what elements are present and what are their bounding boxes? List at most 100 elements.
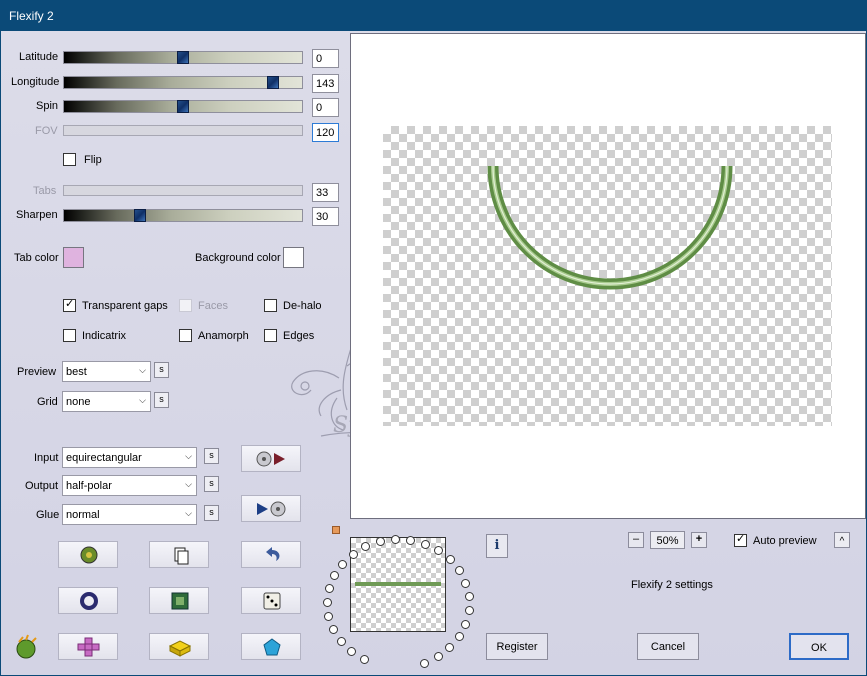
background-color-swatch[interactable] [283, 247, 304, 268]
frame-button[interactable] [149, 587, 209, 614]
navigator-dot[interactable] [338, 560, 347, 569]
tab-color-swatch[interactable] [63, 247, 84, 268]
preview-quality-s-button[interactable]: s [154, 362, 169, 378]
latitude-slider-thumb[interactable] [177, 51, 189, 64]
transparent-canvas [383, 126, 832, 426]
zoom-level-field[interactable]: 50% [650, 531, 685, 549]
copy-button[interactable] [149, 541, 209, 568]
navigator-dot[interactable] [465, 606, 474, 615]
output-projection-dropdown[interactable]: half-polar ⌵ [62, 475, 197, 496]
cancel-button-label: Cancel [650, 641, 686, 653]
spin-value-field[interactable]: 0 [312, 98, 339, 117]
undo-button[interactable] [241, 541, 301, 568]
sharpen-value-field[interactable]: 30 [312, 207, 339, 226]
longitude-label: Longitude [11, 76, 60, 88]
navigator-dot[interactable] [324, 612, 333, 621]
transparent-gaps-checkbox[interactable]: ✓ [63, 298, 76, 312]
chevron-down-icon: ⌵ [185, 508, 192, 518]
navigator-dot[interactable] [421, 540, 430, 549]
navigator-dot[interactable] [329, 625, 338, 634]
de-halo-checkbox[interactable] [264, 299, 277, 312]
grid-s-button[interactable]: s [154, 392, 169, 408]
ring-button[interactable] [58, 587, 118, 614]
navigator-dot[interactable] [323, 598, 332, 607]
preview-pane[interactable] [350, 33, 866, 519]
info-button[interactable]: i [486, 534, 508, 558]
sharpen-slider-thumb[interactable] [134, 209, 146, 222]
navigator-dot[interactable] [376, 537, 385, 546]
navigator-dot[interactable] [337, 637, 346, 646]
input-label: Input [34, 452, 59, 464]
preview-quality-dropdown[interactable]: best ⌵ [62, 361, 151, 382]
latitude-slider[interactable] [63, 51, 303, 64]
gear-globe-icon [80, 546, 98, 564]
navigator-dot[interactable] [361, 542, 370, 551]
navigator-dot[interactable] [461, 620, 470, 629]
navigator-dot[interactable] [446, 555, 455, 564]
output-s-button[interactable]: s [204, 476, 219, 492]
navigator-dot[interactable] [445, 643, 454, 652]
fov-label: FOV [35, 125, 58, 137]
navigator-dot[interactable] [420, 659, 429, 668]
zoom-out-button[interactable]: – [628, 532, 644, 548]
sharpen-slider[interactable] [63, 209, 303, 222]
flip-label: Flip [84, 154, 102, 166]
navigator-dot[interactable] [455, 632, 464, 641]
navigator-dot[interactable] [349, 550, 358, 559]
indicatrix-checkbox[interactable] [63, 329, 76, 342]
input-projection-dropdown[interactable]: equirectangular ⌵ [62, 447, 197, 468]
dice-icon [263, 592, 281, 610]
navigator-dot[interactable] [325, 584, 334, 593]
edges-checkbox[interactable] [264, 329, 277, 342]
randomize-button[interactable] [58, 541, 118, 568]
indicatrix-label: Indicatrix [82, 330, 127, 342]
longitude-slider-thumb[interactable] [267, 76, 279, 89]
flexify-logo-icon [13, 634, 39, 660]
pentagon-button[interactable] [241, 633, 301, 660]
navigator-dot[interactable] [455, 566, 464, 575]
navigator-thumbnail[interactable] [350, 537, 446, 632]
grid-dropdown[interactable]: none ⌵ [62, 391, 151, 412]
checkmark-icon: ✓ [65, 298, 75, 310]
chevron-down-icon: ⌵ [139, 365, 146, 375]
tabs-shape-button[interactable] [58, 633, 118, 660]
longitude-slider[interactable] [63, 76, 303, 89]
navigator-dot[interactable] [465, 592, 474, 601]
auto-preview-checkbox[interactable]: ✓ [734, 533, 747, 547]
collapse-button[interactable]: ^ [834, 532, 850, 548]
flexified-shape [487, 165, 733, 290]
navigator-dot[interactable] [360, 655, 369, 664]
cancel-button[interactable]: Cancel [637, 633, 699, 660]
navigator-dot[interactable] [347, 647, 356, 656]
input-s-button[interactable]: s [204, 448, 219, 464]
brick-button[interactable] [149, 633, 209, 660]
anamorph-checkbox[interactable] [179, 329, 192, 342]
disc-to-play-icon [256, 451, 285, 467]
fov-value-field[interactable]: 120 [312, 123, 339, 142]
latitude-value-field[interactable]: 0 [312, 49, 339, 68]
dialog-body: Latitude 0 Longitude 143 Spin 0 FOV 120 … [0, 31, 867, 676]
navigator-dot[interactable] [406, 536, 415, 545]
longitude-value-field[interactable]: 143 [312, 74, 339, 93]
navigator-dot[interactable] [461, 579, 470, 588]
navigator-dot[interactable] [391, 535, 400, 544]
register-button[interactable]: Register [486, 633, 548, 660]
ok-button[interactable]: OK [789, 633, 849, 660]
navigator-dot[interactable] [434, 546, 443, 555]
chevron-down-icon: ⌵ [185, 479, 192, 489]
cross-tabs-icon [77, 637, 100, 657]
navigator-dot[interactable] [330, 571, 339, 580]
flip-checkbox[interactable] [63, 153, 76, 166]
glue-s-button[interactable]: s [204, 505, 219, 521]
dice-button[interactable] [241, 587, 301, 614]
input-play-button[interactable] [241, 445, 301, 472]
zoom-in-button[interactable]: + [691, 532, 707, 548]
spin-slider-thumb[interactable] [177, 100, 189, 113]
transparent-gaps-label: Transparent gaps [82, 300, 168, 312]
tabs-value-field[interactable]: 33 [312, 183, 339, 202]
output-play-button[interactable] [241, 495, 301, 522]
navigator-dot[interactable] [434, 652, 443, 661]
spin-slider[interactable] [63, 100, 303, 113]
glue-dropdown[interactable]: normal ⌵ [62, 504, 197, 525]
pentagon-gem-icon [263, 638, 281, 656]
